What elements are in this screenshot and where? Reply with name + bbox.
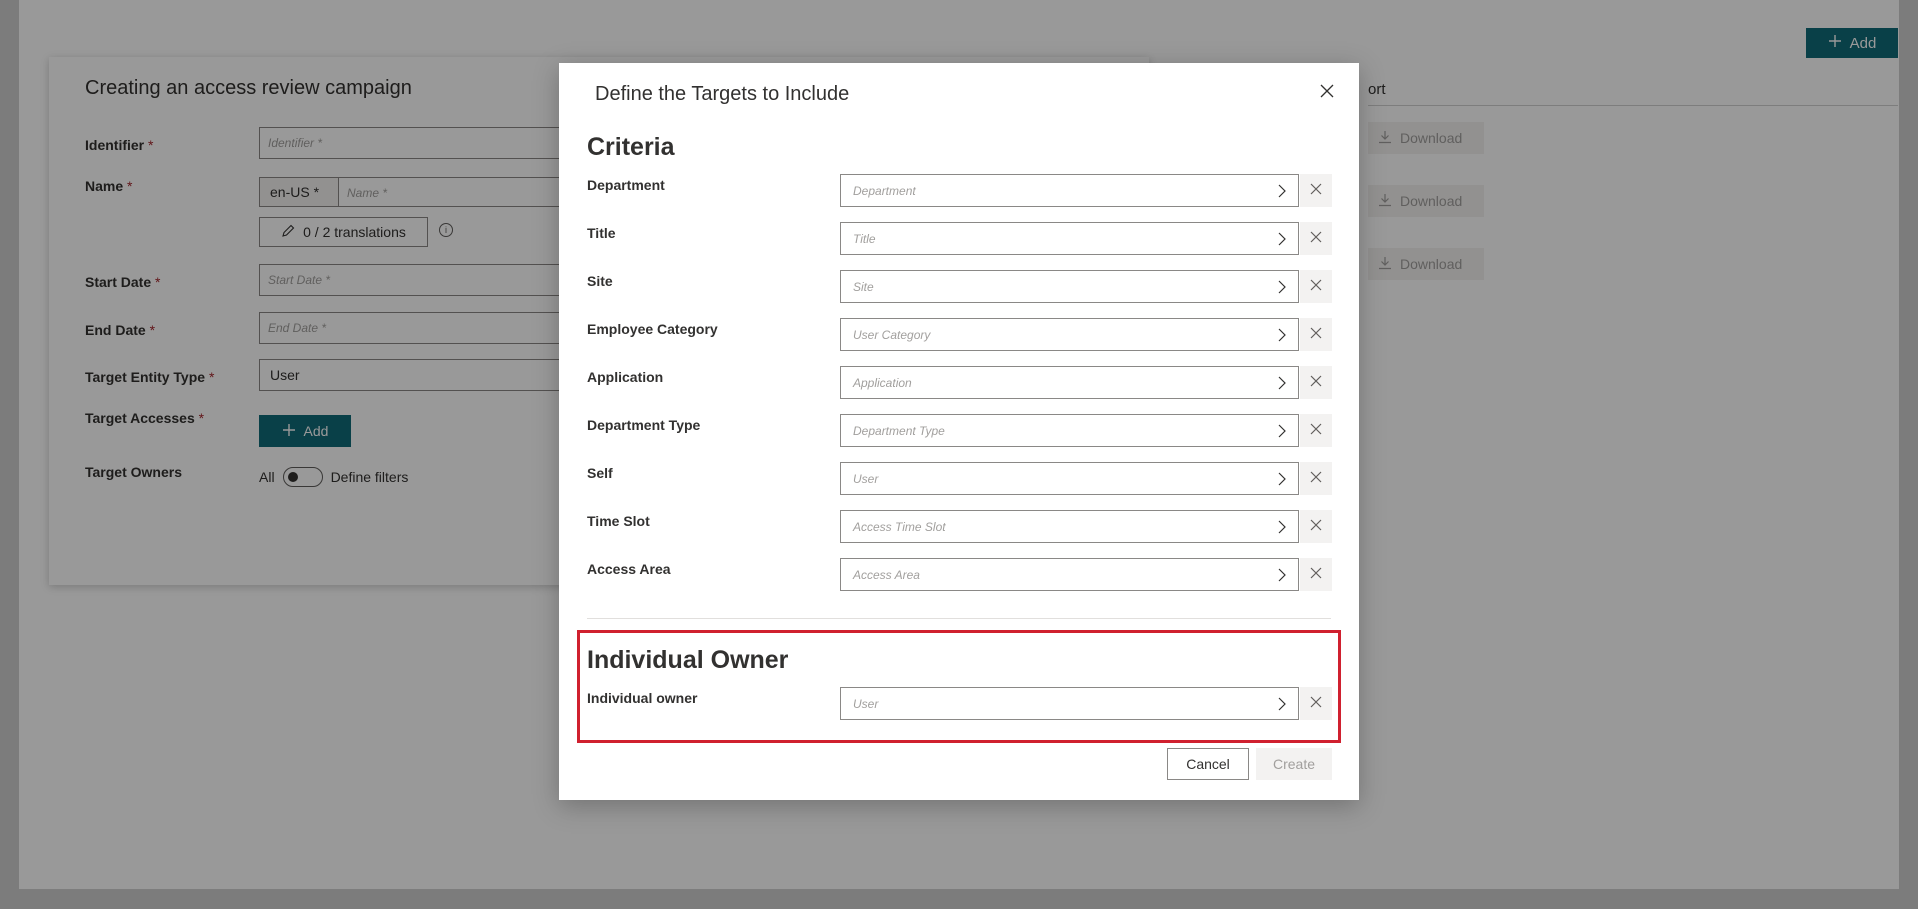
- site-label: Site: [587, 273, 613, 289]
- close-icon: [1310, 182, 1322, 200]
- chevron-right-icon: [1276, 184, 1288, 198]
- department-label: Department: [587, 177, 665, 193]
- chevron-right-icon: [1276, 280, 1288, 294]
- individual-owner-clear-button[interactable]: [1300, 687, 1332, 720]
- close-button[interactable]: [1315, 81, 1339, 105]
- chevron-right-icon: [1276, 697, 1288, 711]
- close-icon: [1310, 470, 1322, 488]
- self-picker[interactable]: User: [840, 462, 1299, 495]
- department-type-picker[interactable]: Department Type: [840, 414, 1299, 447]
- title-placeholder: Title: [853, 232, 876, 246]
- self-placeholder: User: [853, 472, 879, 486]
- close-icon: [1320, 84, 1334, 103]
- individual-owner-title: Individual Owner: [587, 646, 789, 674]
- close-icon: [1310, 518, 1322, 536]
- individual-owner-picker[interactable]: User: [840, 687, 1299, 720]
- access-area-label: Access Area: [587, 561, 671, 577]
- site-picker[interactable]: Site: [840, 270, 1299, 303]
- department-placeholder: Department: [853, 184, 916, 198]
- self-label: Self: [587, 465, 613, 481]
- close-icon: [1310, 566, 1322, 584]
- access-area-picker[interactable]: Access Area: [840, 558, 1299, 591]
- department-type-label: Department Type: [587, 417, 701, 433]
- close-icon: [1310, 422, 1322, 440]
- department-clear-button[interactable]: [1300, 174, 1332, 207]
- chevron-right-icon: [1276, 376, 1288, 390]
- close-icon: [1310, 278, 1322, 296]
- self-clear-button[interactable]: [1300, 462, 1332, 495]
- chevron-right-icon: [1276, 568, 1288, 582]
- site-clear-button[interactable]: [1300, 270, 1332, 303]
- dialog-title: Define the Targets to Include: [595, 83, 850, 105]
- chevron-right-icon: [1276, 520, 1288, 534]
- time-slot-label: Time Slot: [587, 513, 650, 529]
- cancel-button[interactable]: Cancel: [1167, 748, 1249, 780]
- chevron-right-icon: [1276, 472, 1288, 486]
- department-type-placeholder: Department Type: [853, 424, 945, 438]
- employee-category-label: Employee Category: [587, 321, 718, 337]
- access-area-placeholder: Access Area: [853, 568, 920, 582]
- site-placeholder: Site: [853, 280, 874, 294]
- department-type-clear-button[interactable]: [1300, 414, 1332, 447]
- criteria-title: Criteria: [587, 133, 675, 161]
- chevron-right-icon: [1276, 232, 1288, 246]
- close-icon: [1310, 695, 1322, 713]
- employee-category-picker[interactable]: User Category: [840, 318, 1299, 351]
- application-label: Application: [587, 369, 664, 385]
- time-slot-picker[interactable]: Access Time Slot: [840, 510, 1299, 543]
- title-clear-button[interactable]: [1300, 222, 1332, 255]
- individual-owner-placeholder: User: [853, 697, 879, 711]
- access-area-clear-button[interactable]: [1300, 558, 1332, 591]
- define-targets-dialog: Define the Targets to Include Criteria D…: [559, 63, 1359, 800]
- chevron-right-icon: [1276, 424, 1288, 438]
- title-label: Title: [587, 225, 616, 241]
- close-icon: [1310, 326, 1322, 344]
- department-picker[interactable]: Department: [840, 174, 1299, 207]
- application-clear-button[interactable]: [1300, 366, 1332, 399]
- close-icon: [1310, 230, 1322, 248]
- employee-category-clear-button[interactable]: [1300, 318, 1332, 351]
- individual-owner-label: Individual owner: [587, 690, 698, 706]
- time-slot-placeholder: Access Time Slot: [853, 520, 946, 534]
- time-slot-clear-button[interactable]: [1300, 510, 1332, 543]
- chevron-right-icon: [1276, 328, 1288, 342]
- title-picker[interactable]: Title: [840, 222, 1299, 255]
- employee-category-placeholder: User Category: [853, 328, 931, 342]
- close-icon: [1310, 374, 1322, 392]
- section-divider: [587, 618, 1331, 619]
- application-picker[interactable]: Application: [840, 366, 1299, 399]
- create-button[interactable]: Create: [1256, 748, 1332, 780]
- application-placeholder: Application: [853, 376, 912, 390]
